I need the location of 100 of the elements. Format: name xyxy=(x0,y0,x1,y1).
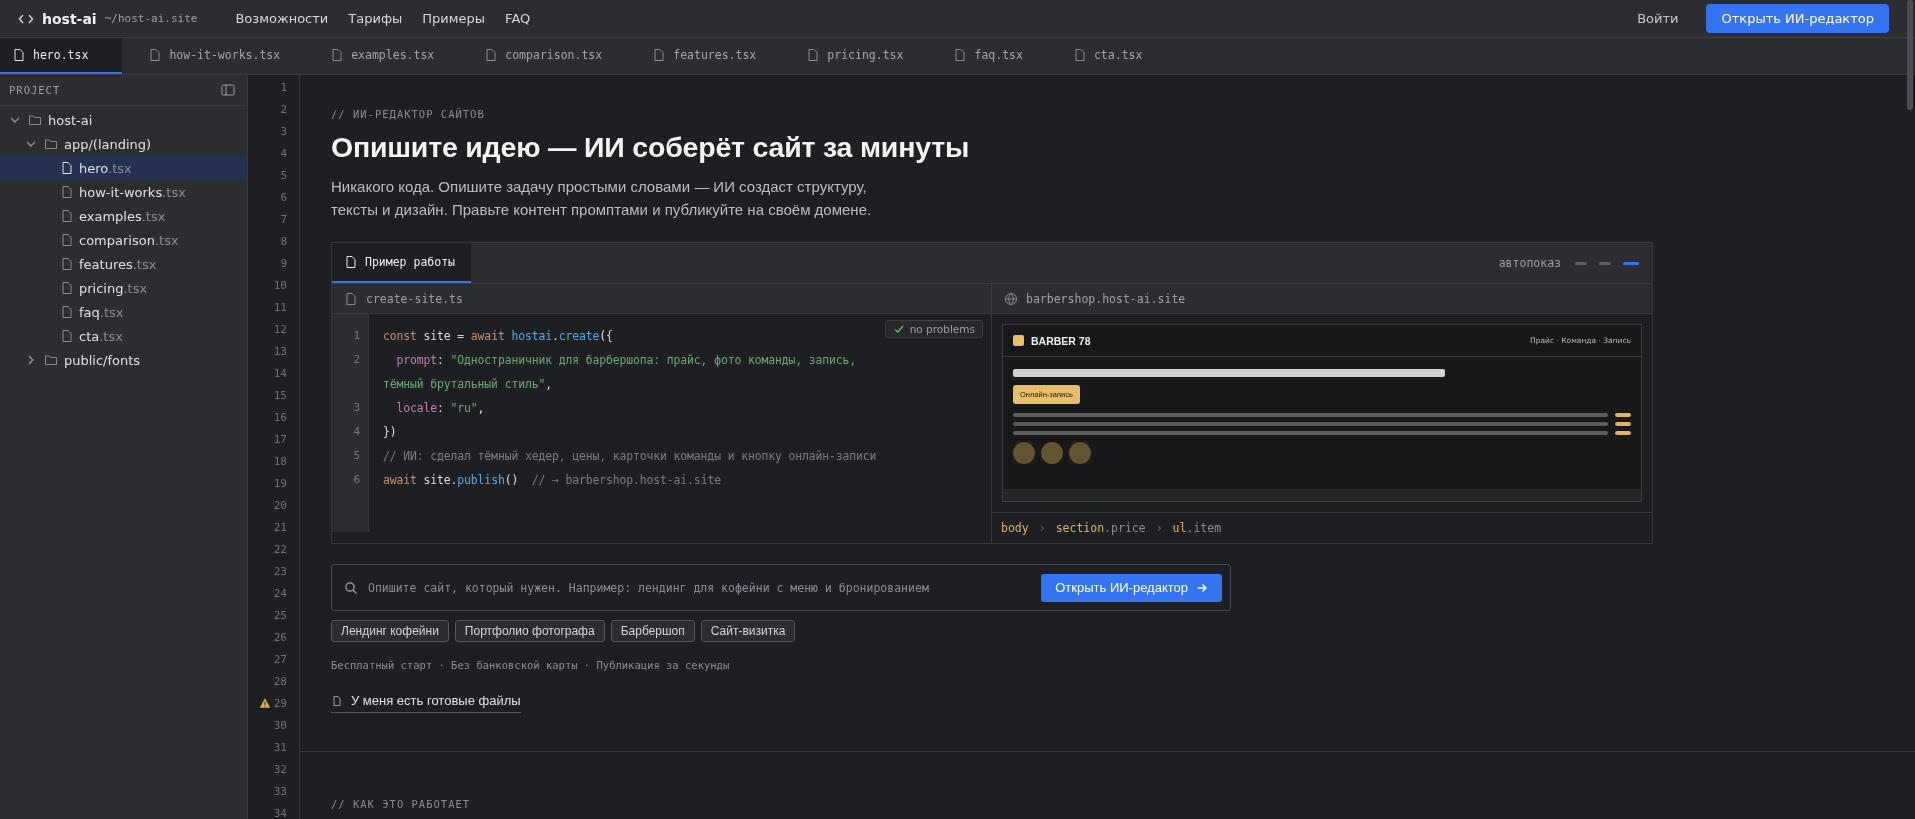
demo-tab[interactable]: Пример работы xyxy=(332,243,471,283)
line-number: 23 xyxy=(273,564,287,578)
suggestion-chip[interactable]: Лендинг кофейни xyxy=(331,620,449,642)
file-icon xyxy=(331,694,343,707)
tree-item[interactable]: faq.tsx xyxy=(0,300,247,324)
check-icon xyxy=(892,323,905,335)
file-icon xyxy=(60,185,74,199)
code-line: locale: "ru", xyxy=(395,400,486,417)
file-icon xyxy=(652,48,667,62)
breadcrumb-item[interactable]: ul.item xyxy=(1172,521,1222,535)
file-name: faq.tsx xyxy=(79,304,124,320)
panel-title: PROJECT xyxy=(9,84,61,96)
code-line: prompt: "Одностраничник для барбершопа: прайс, фото команды, запись, xyxy=(395,352,858,369)
line-number: 29 xyxy=(273,696,287,710)
tree-item[interactable]: host-ai xyxy=(0,108,247,132)
line-number: 16 xyxy=(273,410,287,424)
avatar-placeholder xyxy=(1041,442,1063,464)
line-number: 32 xyxy=(273,762,287,776)
logo[interactable]: host-ai xyxy=(42,10,97,27)
page-heading: Опишите идею — ИИ соберёт сайт за минуты xyxy=(331,131,971,164)
code-line: // ИИ: сделал тёмный хедер, цены, карточки команды и кнопку онлайн-записи xyxy=(383,448,877,465)
tree-item[interactable]: pricing.tsx xyxy=(0,276,247,300)
scrollbar-thumb[interactable] xyxy=(1907,0,1913,110)
lead-paragraph: Никакого кода. Опишите задачу простыми словами — ИИ создаст структуру, тексты и дизайн. Правьте контент промптами и публикуйте на своём домене. xyxy=(331,177,873,220)
tree-item[interactable]: comparison.tsx xyxy=(0,228,247,252)
breadcrumb-item[interactable]: section.price xyxy=(1055,521,1146,535)
file-tab[interactable]: hero.tsx xyxy=(0,38,123,74)
line-number: 31 xyxy=(273,740,287,754)
file-icon xyxy=(806,48,821,62)
prompt-field[interactable]: Опишите сайт, который нужен. Например: лендинг для кофейни с меню и бронированием Открыть ИИ-редактор xyxy=(331,564,1231,611)
line-number: 12 xyxy=(273,322,287,336)
file-tab[interactable]: comparison.tsx xyxy=(472,38,625,74)
avatar-placeholder xyxy=(1069,442,1091,464)
line-number: 11 xyxy=(273,300,287,314)
file-icon xyxy=(60,281,74,295)
file-tab[interactable]: faq.tsx xyxy=(941,38,1045,74)
step-indicator[interactable] xyxy=(1599,261,1611,265)
step-indicator[interactable] xyxy=(1575,261,1587,265)
logo-mark-icon xyxy=(1013,335,1024,346)
line-number: 13 xyxy=(273,344,287,358)
file-tab[interactable]: cta.tsx xyxy=(1060,38,1165,74)
file-icon xyxy=(60,257,74,271)
tree-item[interactable]: hero.tsx xyxy=(0,156,247,180)
line-number: 1 xyxy=(280,80,287,94)
file-name: create-site.ts xyxy=(366,291,463,306)
file-tab[interactable]: pricing.tsx xyxy=(794,38,926,74)
folder-name: host-ai xyxy=(48,112,93,128)
line-number: 21 xyxy=(273,520,287,534)
step-indicator[interactable] xyxy=(1623,261,1639,265)
breadcrumb-separator: › xyxy=(1155,521,1163,535)
status-text: no problems xyxy=(909,323,975,335)
file-icon xyxy=(330,48,345,62)
suggestion-chip[interactable]: Портфолио фотографа xyxy=(454,620,605,642)
upload-files-link[interactable]: У меня есть готовые файлы xyxy=(331,693,521,713)
line-number: 28 xyxy=(273,674,287,688)
panel-toggle-icon[interactable] xyxy=(221,83,235,97)
code-line: тёмный брутальный стиль", xyxy=(383,376,553,393)
line-number: 5 xyxy=(353,449,360,462)
file-icon xyxy=(1072,48,1087,62)
folder-icon xyxy=(44,353,58,367)
file-icon xyxy=(484,48,499,62)
line-number: 26 xyxy=(273,630,287,644)
suggestion-chip[interactable]: Барбершоп xyxy=(610,620,695,642)
nav-link[interactable]: Тарифы xyxy=(348,11,403,26)
suggestion-chip[interactable]: Сайт-визитка xyxy=(700,620,796,642)
section-kicker: // ИИ-РЕДАКТОР САЙТОВ xyxy=(331,108,486,120)
file-tab[interactable]: how-it-works.tsx xyxy=(136,38,303,74)
tree-item[interactable]: examples.tsx xyxy=(0,204,247,228)
nav-link[interactable]: FAQ xyxy=(505,11,531,26)
tree-item[interactable]: features.tsx xyxy=(0,252,247,276)
arrow-right-icon xyxy=(1196,581,1208,594)
file-icon xyxy=(12,48,26,62)
folder-name: app/(landing) xyxy=(64,136,152,152)
perks-text: Бесплатный старт · Без банковской карты · Публикация за секунды xyxy=(331,659,731,671)
tree-item[interactable]: public/fonts xyxy=(0,348,247,372)
tree-item[interactable]: cta.tsx xyxy=(0,324,247,348)
file-tab[interactable]: features.tsx xyxy=(640,38,779,74)
line-number: 6 xyxy=(353,473,360,486)
line-number: 33 xyxy=(273,784,287,798)
file-icon xyxy=(60,329,74,343)
nav-link[interactable]: Примеры xyxy=(422,11,486,26)
file-tab[interactable]: examples.tsx xyxy=(318,38,457,74)
line-number: 7 xyxy=(280,212,287,226)
site-path: ~/host-ai.site xyxy=(104,12,198,25)
breadcrumb-item[interactable]: body xyxy=(1001,521,1029,535)
file-name: hero.tsx xyxy=(79,160,132,176)
section-kicker: // КАК ЭТО РАБОТАЕТ xyxy=(331,798,472,810)
line-number: 20 xyxy=(273,498,287,512)
file-name: examples.tsx xyxy=(79,208,166,224)
line-number: 1 xyxy=(353,329,360,342)
folder-icon xyxy=(44,137,58,151)
tree-item[interactable]: app/(landing) xyxy=(0,132,247,156)
open-editor-button[interactable]: Открыть ИИ-редактор xyxy=(1041,573,1222,602)
tree-item[interactable]: how-it-works.tsx xyxy=(0,180,247,204)
nav-link[interactable]: Возможности xyxy=(235,11,329,26)
price-placeholder xyxy=(1615,431,1631,435)
open-editor-button[interactable]: Открыть ИИ-редактор xyxy=(1706,4,1889,33)
file-name: cta.tsx xyxy=(79,328,123,344)
file-icon xyxy=(344,255,358,269)
login-link[interactable]: Войти xyxy=(1637,11,1679,26)
